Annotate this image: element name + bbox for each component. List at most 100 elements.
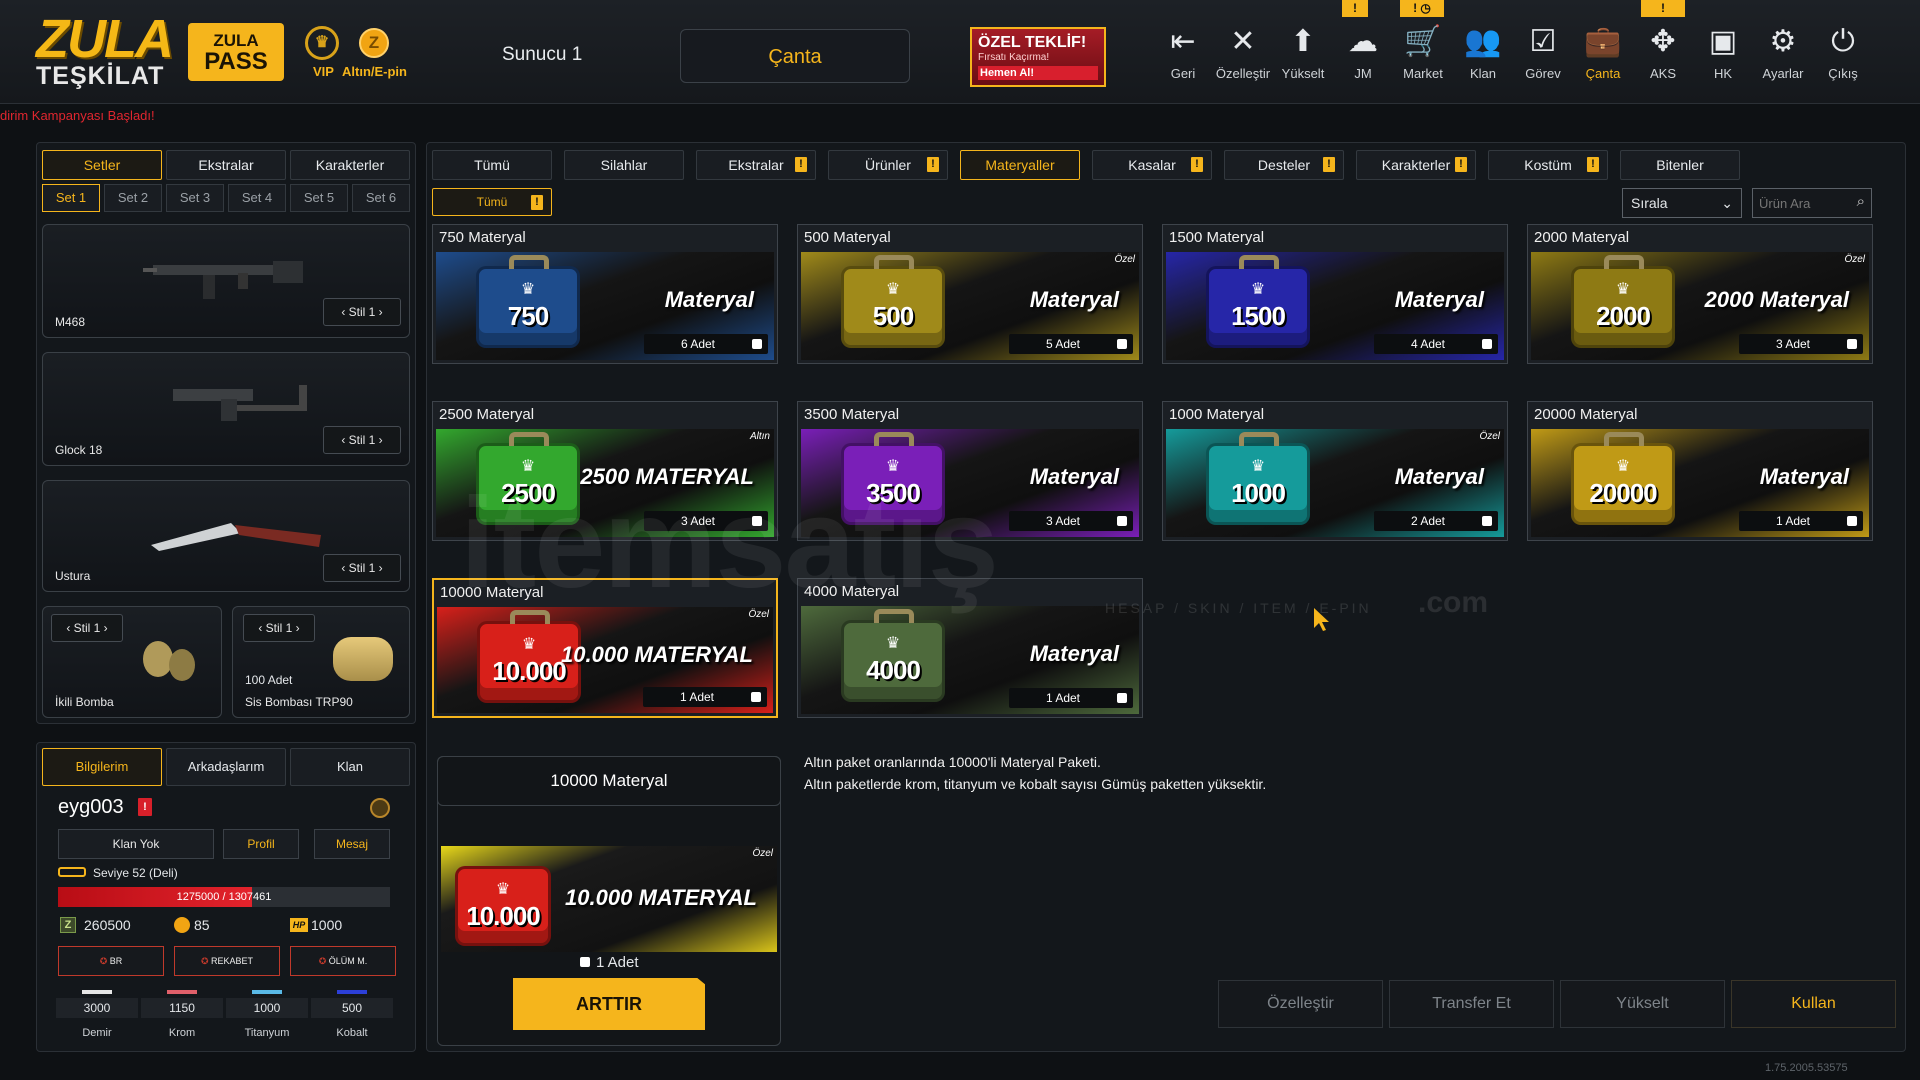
nav-market[interactable]: 🛒 Market xyxy=(1394,24,1452,81)
weapon-slot-melee[interactable]: Ustura ‹ Stil 1 › xyxy=(42,480,410,592)
category-tab-6[interactable]: Kasalar! xyxy=(1092,150,1212,180)
customize-button[interactable]: Özelleştir xyxy=(1218,980,1383,1028)
profile-button[interactable]: Profil xyxy=(223,829,299,859)
materials-row: 3000 Demir 1150 Krom 1000 Titanyum 500 Kobalt xyxy=(56,990,396,1046)
case-icon: ♛ 4000 xyxy=(841,609,945,702)
category-tab-4[interactable]: Ürünler! xyxy=(828,150,948,180)
grenade-slot-1[interactable]: ‹ Stil 1 › İkili Bomba xyxy=(42,606,222,718)
sort-dropdown[interactable]: Sırala ⌄ xyxy=(1622,188,1742,218)
material-4: 500 Kobalt xyxy=(311,990,393,1039)
nav-ayarlar[interactable]: ⚙ Ayarlar xyxy=(1754,24,1812,81)
item-card[interactable]: 1000 Materyal ♛ 1000 Materyal Özel 2 Adet xyxy=(1162,401,1508,541)
item-quantity: 3 Adet xyxy=(1009,511,1133,531)
case-icon: ♛ 500 xyxy=(841,255,945,348)
tab-karakterler[interactable]: Karakterler xyxy=(290,150,410,180)
zula-pass-button[interactable]: ZULA PASS xyxy=(188,23,284,81)
item-card[interactable]: 500 Materyal ♛ 500 Materyal Özel 5 Adet xyxy=(797,224,1143,364)
offer-subtitle: Fırsatı Kaçırma! xyxy=(978,52,1050,63)
nav-canta[interactable]: 💼 Çanta xyxy=(1574,24,1632,81)
case-number: 1000 xyxy=(1231,478,1286,508)
category-tab-9[interactable]: Kostüm! xyxy=(1488,150,1608,180)
stat-br-button[interactable]: ✪ BR xyxy=(58,946,164,976)
category-tab-10[interactable]: Bitenler xyxy=(1620,150,1740,180)
nav-klan[interactable]: 👥 Klan xyxy=(1454,24,1512,81)
set-tab-4[interactable]: Set 4 xyxy=(228,184,286,212)
tab-setler[interactable]: Setler xyxy=(42,150,162,180)
server-name[interactable]: Sunucu 1 xyxy=(502,44,582,66)
message-button[interactable]: Mesaj xyxy=(314,829,390,859)
search-box[interactable]: ⌕ xyxy=(1752,188,1872,218)
nav-gorev[interactable]: ☑ Görev xyxy=(1514,24,1572,81)
material-1: 3000 Demir xyxy=(56,990,138,1039)
nav-geri[interactable]: ⇤ Geri xyxy=(1154,24,1212,81)
tab-klan[interactable]: Klan xyxy=(290,748,410,786)
grenade-slot-2[interactable]: ‹ Stil 1 › 100 Adet Sis Bombası TRP90 xyxy=(232,606,410,718)
category-label: Ekstralar xyxy=(728,157,784,173)
tab-arkadaslarim[interactable]: Arkadaşlarım xyxy=(166,748,286,786)
altin-epin-label[interactable]: Altın/E-pin xyxy=(342,64,407,79)
tab-ekstralar[interactable]: Ekstralar xyxy=(166,150,286,180)
stat-olum-button[interactable]: ✪ ÖLÜM M. xyxy=(290,946,396,976)
tab-bilgilerim[interactable]: Bilgilerim xyxy=(42,748,162,786)
style-selector[interactable]: ‹ Stil 1 › xyxy=(323,298,401,326)
vip-icon[interactable]: ♛ xyxy=(305,26,339,60)
category-label: Kostüm xyxy=(1524,157,1572,173)
top-bar: ZULA TEŞKİLAT ZULA PASS ♛ VIP Z Altın/E-p… xyxy=(0,0,1920,104)
item-image: ♛ 10.000 10.000 MATERYAL Özel 1 Adet xyxy=(437,607,773,713)
klan-status[interactable]: Klan Yok xyxy=(58,829,214,859)
material-2: 1150 Krom xyxy=(141,990,223,1039)
clan-icon: 👥 xyxy=(1464,25,1502,58)
nav-hk[interactable]: ▣ HK xyxy=(1694,24,1752,81)
set-tab-5[interactable]: Set 5 xyxy=(290,184,348,212)
style-selector[interactable]: ‹ Stil 1 › xyxy=(323,426,401,454)
transfer-button[interactable]: Transfer Et xyxy=(1389,980,1554,1028)
category-tab-1[interactable]: Tümü xyxy=(432,150,552,180)
subfilter-tumu[interactable]: Tümü! xyxy=(432,188,552,216)
item-image: ♛ 1500 Materyal 4 Adet xyxy=(1166,252,1504,360)
item-card[interactable]: 1500 Materyal ♛ 1500 Materyal 4 Adet xyxy=(1162,224,1508,364)
bag-icon: 💼 xyxy=(1584,25,1622,58)
item-card[interactable]: 2000 Materyal ♛ 2000 2000 Materyal Özel 3 Ade… xyxy=(1527,224,1873,364)
upgrade-button[interactable]: Yükselt xyxy=(1560,980,1725,1028)
category-tab-3[interactable]: Ekstralar! xyxy=(696,150,816,180)
item-card[interactable]: 20000 Materyal ♛ 20000 Materyal 1 Adet xyxy=(1527,401,1873,541)
set-tab-1[interactable]: Set 1 xyxy=(42,184,100,212)
nav-jm[interactable]: ☁ JM xyxy=(1334,24,1392,81)
gold-coin-icon[interactable]: Z xyxy=(359,28,389,58)
nav-aks[interactable]: ✥ AKS xyxy=(1634,24,1692,81)
material-color-bar xyxy=(337,990,367,994)
search-input[interactable] xyxy=(1753,189,1849,217)
nav-ozellestir[interactable]: ✕ Özelleştir xyxy=(1214,24,1272,81)
weapon-slot-primary[interactable]: M468 ‹ Stil 1 › xyxy=(42,224,410,338)
alert-icon: ! xyxy=(1323,157,1335,172)
campaign-ticker[interactable]: dirim Kampanyası Başladı! xyxy=(0,108,155,123)
style-selector[interactable]: ‹ Stil 1 › xyxy=(323,554,401,582)
item-card[interactable]: 750 Materyal ♛ 750 Materyal 6 Adet xyxy=(432,224,778,364)
increase-button[interactable]: ARTTIR xyxy=(513,978,705,1030)
weapon-name: Glock 18 xyxy=(55,443,103,457)
case-icon: ♛ 750 xyxy=(476,255,580,348)
stat-label: ÖLÜM M. xyxy=(328,956,368,966)
item-title: 3500 Materyal xyxy=(804,406,900,423)
nav-yukselt[interactable]: ⬆ Yükselt xyxy=(1274,24,1332,81)
category-tab-7[interactable]: Desteler! xyxy=(1224,150,1344,180)
vip-label[interactable]: VIP xyxy=(313,64,334,79)
alert-icon: ! xyxy=(795,157,807,172)
set-tab-6[interactable]: Set 6 xyxy=(352,184,410,212)
nav-cikis[interactable]: ⏻ Çıkış xyxy=(1814,24,1872,81)
category-tab-8[interactable]: Karakterler! xyxy=(1356,150,1476,180)
item-tag: Özel xyxy=(1479,431,1500,442)
style-selector[interactable]: ‹ Stil 1 › xyxy=(243,614,315,642)
stat-rekabet-button[interactable]: ✪ REKABET xyxy=(174,946,280,976)
special-offer-banner[interactable]: ÖZEL TEKLİF! Fırsatı Kaçırma! Hemen Al! xyxy=(970,27,1106,87)
set-tab-2[interactable]: Set 2 xyxy=(104,184,162,212)
use-button[interactable]: Kullan xyxy=(1731,980,1896,1028)
category-tab-2[interactable]: Silahlar xyxy=(564,150,684,180)
item-image: ♛ 750 Materyal 6 Adet xyxy=(436,252,774,360)
wallet-icon: ▣ xyxy=(1708,25,1738,58)
weapon-slot-secondary[interactable]: Glock 18 ‹ Stil 1 › xyxy=(42,352,410,466)
category-tab-5[interactable]: Materyaller xyxy=(960,150,1080,180)
canta-title-button[interactable]: Çanta xyxy=(680,29,910,83)
style-selector[interactable]: ‹ Stil 1 › xyxy=(51,614,123,642)
set-tab-3[interactable]: Set 3 xyxy=(166,184,224,212)
